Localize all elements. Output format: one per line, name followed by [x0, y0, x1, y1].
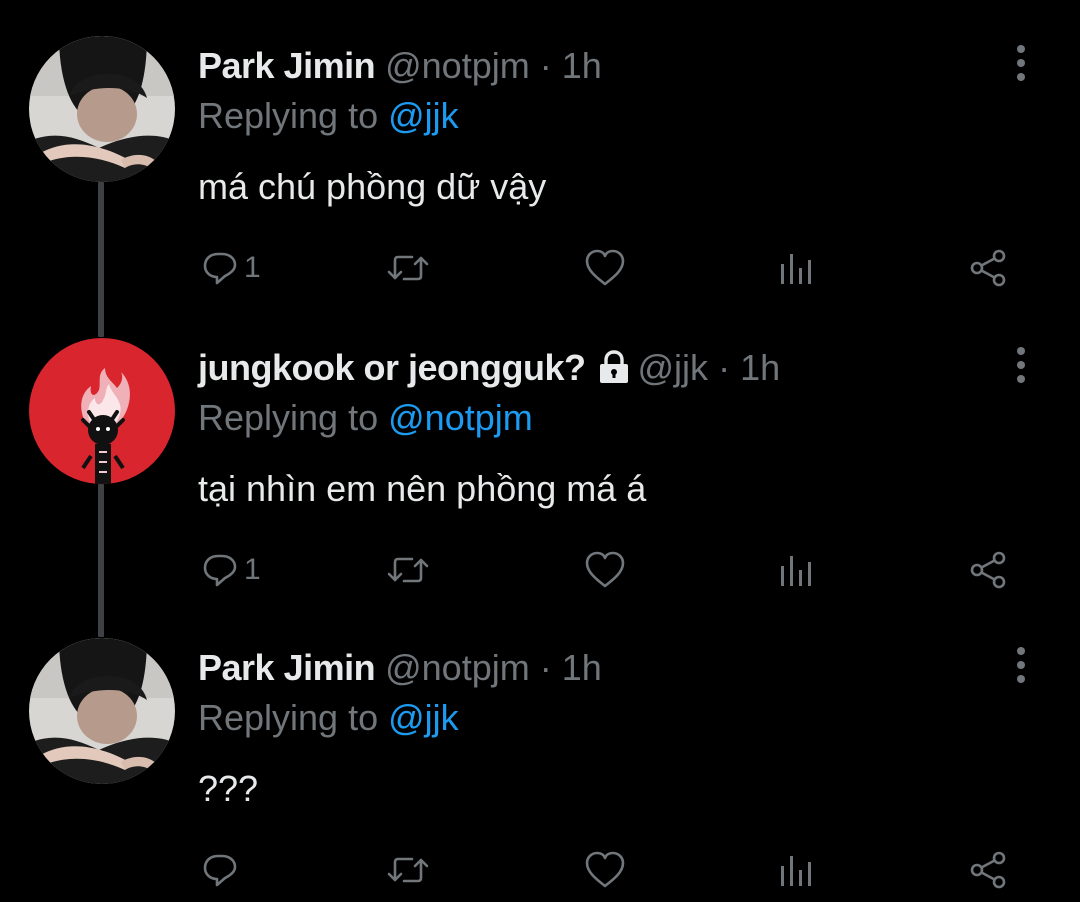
analytics-icon: [781, 856, 811, 886]
views-button[interactable]: [778, 244, 816, 292]
heart-icon: [585, 249, 625, 286]
share-icon: [970, 249, 1006, 287]
share-button[interactable]: [968, 546, 1010, 594]
tweet-header: jungkook or jeongguk? @jjk · 1h: [198, 346, 780, 390]
display-name[interactable]: jungkook or jeongguk?: [198, 347, 586, 388]
mention-link[interactable]: @jjk: [388, 697, 459, 738]
replying-to-label: Replying to: [198, 397, 379, 438]
retweet-button[interactable]: [386, 546, 430, 594]
timestamp[interactable]: 1h: [740, 347, 780, 388]
lock-icon: [599, 350, 628, 383]
avatar[interactable]: [29, 36, 175, 182]
separator-dot: ·: [539, 647, 552, 688]
replying-to-label: Replying to: [198, 95, 379, 136]
action-bar: [198, 846, 1018, 894]
retweet-button[interactable]: [386, 244, 430, 292]
heart-icon: [585, 851, 625, 888]
reply-button[interactable]: [202, 846, 244, 894]
analytics-icon: [781, 254, 811, 284]
avatar-photo: [29, 638, 175, 784]
more-options-button[interactable]: [1008, 646, 1034, 686]
display-name[interactable]: Park Jimin: [198, 647, 376, 688]
retweet-icon: [387, 857, 429, 883]
tweet-text: tại nhìn em nên phồng má á: [198, 468, 647, 509]
mention-link[interactable]: @notpjm: [388, 397, 533, 438]
retweet-button[interactable]: [386, 846, 430, 894]
more-vertical-icon: [1017, 347, 1025, 383]
replying-to: Replying to @notpjm: [198, 396, 533, 440]
avatar-photo: [29, 36, 175, 182]
tweet-1[interactable]: Park Jimin @notpjm · 1h Replying to @jjk…: [0, 0, 1080, 300]
user-handle[interactable]: @jjk: [638, 347, 709, 388]
more-vertical-icon: [1017, 45, 1025, 81]
tweet-header: Park Jimin @notpjm · 1h: [198, 44, 602, 88]
replying-to: Replying to @jjk: [198, 696, 459, 740]
user-handle[interactable]: @notpjm: [385, 647, 530, 688]
user-handle[interactable]: @notpjm: [385, 45, 530, 86]
share-icon: [970, 551, 1006, 589]
reply-button[interactable]: 1: [202, 244, 261, 292]
reply-icon: [203, 252, 237, 285]
reply-count: 1: [244, 553, 261, 586]
tweet-3[interactable]: Park Jimin @notpjm · 1h Replying to @jjk…: [0, 602, 1080, 902]
timestamp[interactable]: 1h: [562, 647, 602, 688]
reply-icon: [203, 854, 237, 887]
tweet-text: ???: [198, 768, 259, 809]
timestamp[interactable]: 1h: [562, 45, 602, 86]
replying-to-label: Replying to: [198, 697, 379, 738]
avatar[interactable]: [29, 338, 175, 484]
more-options-button[interactable]: [1008, 346, 1034, 386]
reply-icon: [203, 554, 237, 587]
separator-dot: ·: [539, 45, 552, 86]
action-bar: 1: [198, 244, 1018, 292]
share-button[interactable]: [968, 244, 1010, 292]
replying-to: Replying to @jjk: [198, 94, 459, 138]
reply-count: 1: [244, 251, 261, 284]
views-button[interactable]: [778, 846, 816, 894]
like-button[interactable]: [584, 244, 626, 292]
avatar[interactable]: [29, 638, 175, 784]
views-button[interactable]: [778, 546, 816, 594]
tweet-text: má chú phồng dữ vậy: [198, 166, 547, 207]
avatar-illustration: [29, 338, 175, 484]
like-button[interactable]: [584, 846, 626, 894]
more-vertical-icon: [1017, 647, 1025, 683]
mention-link[interactable]: @jjk: [388, 95, 459, 136]
tweet-2[interactable]: jungkook or jeongguk? @jjk · 1h Replying…: [0, 302, 1080, 602]
display-name[interactable]: Park Jimin: [198, 45, 376, 86]
retweet-icon: [387, 557, 429, 583]
reply-button[interactable]: 1: [202, 546, 261, 594]
separator-dot: ·: [718, 347, 731, 388]
tweet-header: Park Jimin @notpjm · 1h: [198, 646, 602, 690]
more-options-button[interactable]: [1008, 44, 1034, 84]
action-bar: 1: [198, 546, 1018, 594]
tweet-thread: Park Jimin @notpjm · 1h Replying to @jjk…: [0, 0, 1080, 901]
retweet-icon: [387, 255, 429, 281]
heart-icon: [585, 551, 625, 588]
share-button[interactable]: [968, 846, 1010, 894]
analytics-icon: [781, 556, 811, 586]
like-button[interactable]: [584, 546, 626, 594]
share-icon: [970, 851, 1006, 889]
